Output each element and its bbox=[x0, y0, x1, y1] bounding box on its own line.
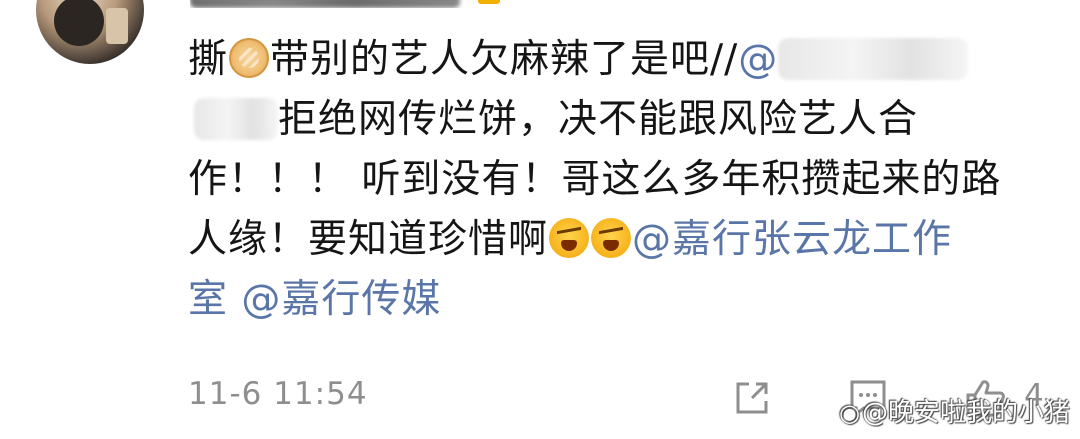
mention-link[interactable]: @嘉行传媒 bbox=[241, 277, 441, 322]
comment-card: 撕带别的艺人欠麻辣了是吧//@ 拒绝网传烂饼，决不能跟风险艺人合 作！！！ 听到… bbox=[0, 0, 1080, 439]
username-redacted bbox=[190, 0, 510, 8]
redacted-username-mask bbox=[194, 98, 278, 140]
angry-emoji-icon bbox=[549, 218, 590, 258]
mention-link[interactable]: @嘉行张云龙工作 bbox=[632, 217, 952, 262]
mention-at-sign[interactable]: @ bbox=[738, 37, 778, 82]
angry-emoji-icon bbox=[591, 218, 632, 258]
comment-text: 撕带别的艺人欠麻辣了是吧//@ 拒绝网传烂饼，决不能跟风险艺人合 作！！！ 听到… bbox=[188, 30, 1048, 330]
avatar-figure bbox=[54, 0, 104, 46]
comment-line-3: 作！！！ 听到没有！哥这么多年积攒起来的路 bbox=[188, 150, 1048, 210]
comment-line-4: 人缘！要知道珍惜啊 @嘉行张云龙工作 bbox=[188, 210, 1048, 270]
avatar-cup bbox=[106, 8, 128, 44]
comment-line-5: 室 @嘉行传媒 bbox=[188, 270, 1048, 330]
username-blur bbox=[190, 0, 460, 8]
watermark-text: @晚安啦我的小猪 bbox=[861, 398, 1070, 428]
watermark: ◉@晚安啦我的小猪 bbox=[839, 392, 1070, 429]
text-span: 带别的艺人欠麻辣了是吧// bbox=[270, 37, 739, 82]
comment-line-2: 拒绝网传烂饼，决不能跟风险艺人合 bbox=[188, 90, 1048, 150]
pancake-emoji-icon bbox=[229, 38, 270, 78]
repost-icon[interactable] bbox=[732, 378, 772, 418]
weibo-logo-icon: ◉ bbox=[839, 399, 860, 427]
user-badge-icon bbox=[478, 0, 500, 4]
redacted-username-mask bbox=[778, 38, 969, 80]
text-span: 撕 bbox=[188, 37, 229, 82]
text-span: 拒绝网传烂饼，决不能跟风险艺人合 bbox=[278, 97, 919, 142]
text-span: 人缘！要知道珍惜啊 bbox=[188, 217, 549, 262]
comment-line-1: 撕带别的艺人欠麻辣了是吧//@ bbox=[188, 30, 1048, 90]
avatar[interactable] bbox=[36, 0, 144, 64]
text-span: 作！！！ 听到没有！哥这么多年积攒起来的路 bbox=[188, 157, 1002, 202]
mention-link-continued[interactable]: 室 bbox=[188, 277, 228, 322]
